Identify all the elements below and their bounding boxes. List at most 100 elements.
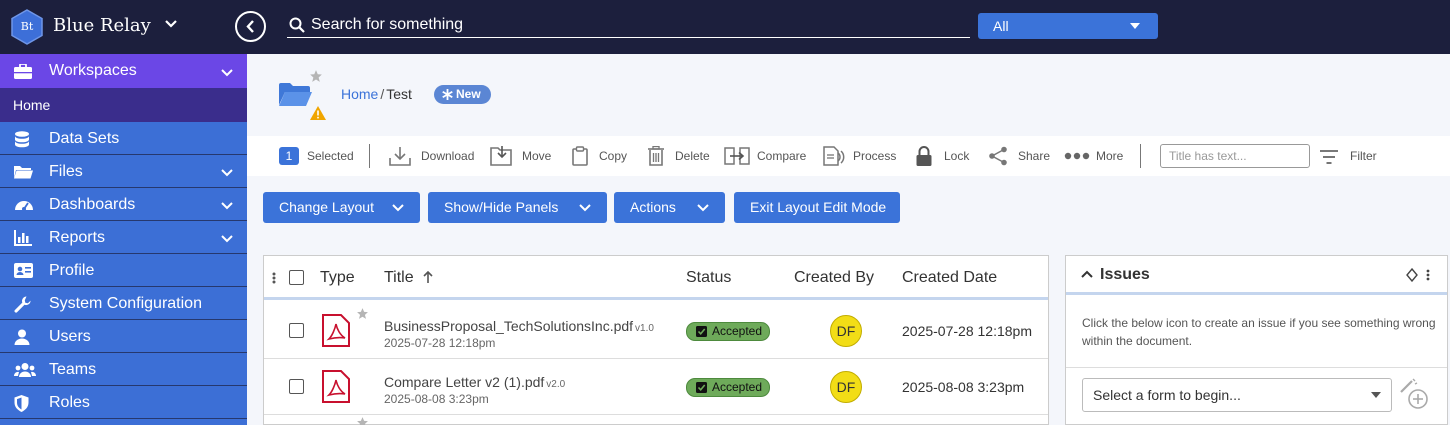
move-label: Move: [522, 149, 552, 163]
more-label: More: [1096, 149, 1124, 163]
process-button[interactable]: Process: [823, 136, 899, 176]
select-all-checkbox[interactable]: [289, 270, 304, 285]
app-title[interactable]: Blue Relay: [53, 15, 151, 36]
new-badge[interactable]: New: [434, 85, 491, 104]
title-filter-input[interactable]: [1160, 144, 1310, 168]
file-table: Type Title Status Created By Created Dat…: [263, 255, 1049, 425]
column-header-created-by[interactable]: Created By: [794, 269, 874, 287]
search-input[interactable]: [287, 12, 970, 38]
compare-button[interactable]: Compare: [724, 136, 808, 176]
share-button[interactable]: Share: [988, 136, 1052, 176]
show-hide-panels-button[interactable]: Show/Hide Panels: [428, 192, 607, 223]
row-checkbox[interactable]: [289, 379, 304, 394]
more-button[interactable]: More: [1064, 136, 1128, 176]
avatar[interactable]: DF: [830, 315, 862, 347]
lock-label: Lock: [944, 149, 970, 163]
process-icon: [823, 146, 845, 166]
sidebar-item-dashboards[interactable]: Dashboards: [0, 189, 247, 221]
column-header-status[interactable]: Status: [686, 269, 731, 287]
row-checkbox[interactable]: [289, 323, 304, 338]
favorite-star-icon[interactable]: [356, 416, 369, 425]
sidebar-item-users[interactable]: Users: [0, 321, 247, 353]
back-button[interactable]: [235, 11, 266, 42]
filter-icon: [1320, 150, 1338, 164]
lock-button[interactable]: Lock: [916, 136, 972, 176]
file-title[interactable]: Compare Letter v2 (1).pdf v2.0: [384, 374, 565, 390]
actions-button[interactable]: Actions: [614, 192, 725, 223]
page-header: Home / Test New: [247, 54, 1450, 136]
id-card-icon: [14, 263, 33, 278]
exit-layout-edit-label: Exit Layout Edit Mode: [750, 199, 887, 215]
favorite-star-icon[interactable]: [356, 307, 369, 320]
change-layout-button[interactable]: Change Layout: [263, 192, 420, 223]
sidebar-item-profile[interactable]: Profile: [0, 255, 247, 287]
issues-panel: Issues Click the below icon to create an…: [1065, 255, 1448, 425]
download-icon: [389, 147, 411, 166]
sidebar-item-label: Workspaces: [49, 62, 137, 79]
filter-button[interactable]: Filter: [1320, 136, 1380, 176]
breadcrumb-home-link[interactable]: Home: [341, 86, 378, 102]
sidebar-item-roles[interactable]: Roles: [0, 387, 247, 419]
warning-icon: [310, 106, 326, 120]
chevron-down-icon: [221, 69, 233, 77]
chevron-down-icon[interactable]: [164, 19, 178, 29]
search-scope-select[interactable]: All: [978, 13, 1158, 39]
delete-button[interactable]: Delete: [648, 136, 712, 176]
delete-label: Delete: [675, 149, 710, 163]
briefcase-icon: [14, 64, 32, 79]
actions-label: Actions: [630, 199, 676, 215]
column-menu-icon[interactable]: [272, 272, 276, 284]
file-title[interactable]: BusinessProposal_TechSolutionsInc.pdf v1.…: [384, 318, 654, 334]
search-scope-value: All: [993, 18, 1009, 34]
sidebar-item-files[interactable]: Files: [0, 156, 247, 188]
logo[interactable]: Bt: [11, 9, 43, 45]
create-issue-icon[interactable]: [1399, 378, 1431, 412]
status-label: Accepted: [712, 380, 763, 394]
chevron-down-icon: [221, 202, 233, 210]
share-icon: [989, 146, 1007, 166]
table-row[interactable]: Compare Letter v2 (1).pdf v2.0 2025-08-08…: [264, 359, 1048, 415]
favorite-star-icon[interactable]: [309, 69, 323, 83]
bar-chart-icon: [14, 230, 32, 246]
user-icon: [14, 329, 30, 345]
wrench-icon: [14, 296, 31, 313]
process-label: Process: [853, 149, 897, 163]
column-header-title[interactable]: Title: [384, 269, 414, 287]
download-button[interactable]: Download: [389, 136, 477, 176]
sidebar-item-workspaces[interactable]: Workspaces: [0, 54, 247, 88]
form-select[interactable]: Select a form to begin...: [1082, 378, 1392, 412]
caret-down-icon: [1371, 392, 1381, 398]
column-header-type[interactable]: Type: [320, 269, 355, 287]
panel-menu-icon[interactable]: [1426, 269, 1430, 281]
chevron-down-icon: [579, 204, 591, 212]
sidebar-item-data-sets[interactable]: Data Sets: [0, 123, 247, 155]
issues-divider: [1066, 367, 1447, 368]
pdf-file-icon: [322, 314, 350, 347]
exit-layout-edit-button[interactable]: Exit Layout Edit Mode: [734, 192, 900, 223]
sidebar-item-teams[interactable]: Teams: [0, 354, 247, 386]
sidebar-item-home[interactable]: Home: [0, 88, 247, 122]
database-icon: [15, 131, 29, 148]
sidebar-item-label: Dashboards: [49, 196, 136, 213]
file-version: v2.0: [546, 379, 566, 390]
chevron-up-icon[interactable]: [1081, 270, 1093, 278]
move-button[interactable]: Move: [490, 136, 556, 176]
chevron-down-icon: [221, 235, 233, 243]
sidebar-item-system-configuration[interactable]: System Configuration: [0, 288, 247, 320]
expand-icon[interactable]: [1406, 268, 1418, 282]
chevron-down-icon: [392, 204, 404, 212]
table-row[interactable]: BusinessProposal_TechSolutionsInc.pdf v1.…: [264, 303, 1048, 359]
avatar[interactable]: DF: [830, 371, 862, 403]
selected-text: Selected: [307, 149, 354, 163]
new-badge-label: New: [456, 87, 481, 101]
breadcrumb-current: Test: [386, 86, 412, 102]
sidebar-item-label: Users: [49, 328, 91, 345]
sidebar-item-reports[interactable]: Reports: [0, 222, 247, 254]
open-folder-icon: [279, 83, 312, 106]
file-title-text[interactable]: BusinessProposal_TechSolutionsInc.pdf: [384, 318, 633, 334]
column-header-created-date[interactable]: Created Date: [902, 269, 997, 287]
share-label: Share: [1018, 149, 1051, 163]
file-title-text[interactable]: Compare Letter v2 (1).pdf: [384, 374, 544, 390]
sort-ascending-icon[interactable]: [423, 271, 433, 283]
copy-button[interactable]: Copy: [572, 136, 630, 176]
